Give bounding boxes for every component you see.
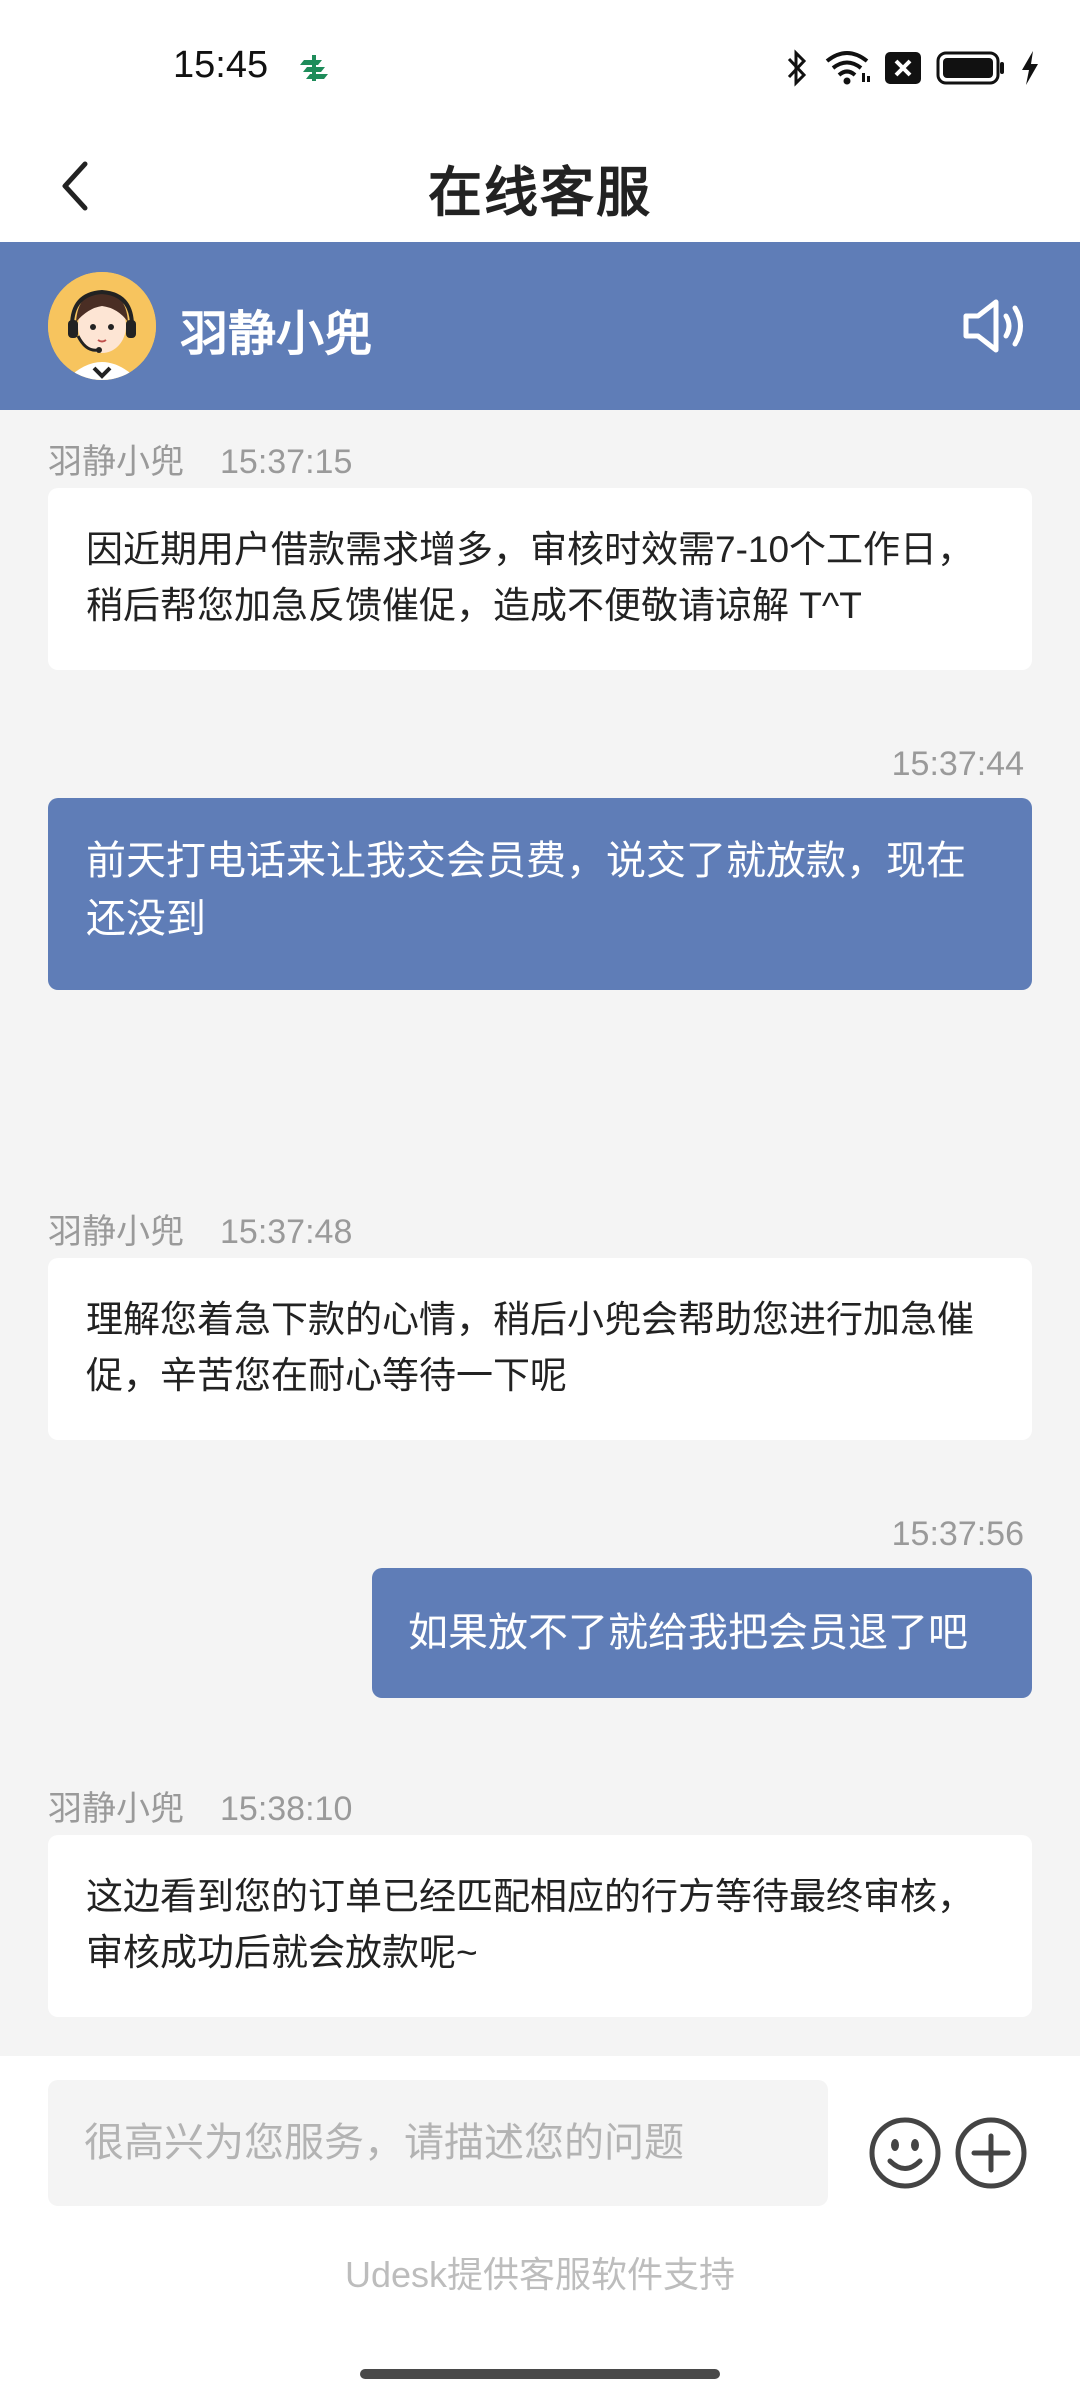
agent-message-bubble: 理解您着急下款的心情，稍后小兜会帮助您进行加急催促，辛苦您在耐心等待一下呢 [48, 1258, 1032, 1440]
message-text: 这边看到您的订单已经匹配相应的行方等待最终审核，审核成功后就会放款呢~ [86, 1876, 974, 1973]
message-meta: 羽静小兜 15:38:10 [48, 1781, 352, 1830]
message-time: 15:37:15 [220, 443, 353, 481]
message-meta: 羽静小兜 15:37:15 [48, 434, 352, 483]
message-input[interactable] [48, 2080, 828, 2206]
charging-icon [1020, 50, 1040, 86]
sender-name: 羽静小兜 [48, 1213, 184, 1251]
sender-name: 羽静小兜 [48, 443, 184, 481]
message-text: 如果放不了就给我把会员退了吧 [408, 1611, 968, 1655]
message-text: 理解您着急下款的心情，稍后小兜会帮助您进行加急催促，辛苦您在耐心等待一下呢 [86, 1299, 974, 1396]
page-title: 在线客服 [428, 163, 652, 223]
home-indicator[interactable] [360, 2369, 720, 2379]
battery-icon [936, 51, 1006, 85]
message-time: 15:37:56 [891, 1515, 1024, 1553]
app-notification-icon [298, 52, 330, 84]
message-meta: 羽静小兜 15:37:48 [48, 1204, 352, 1253]
input-area: Udesk提供客服软件支持 [0, 2056, 1080, 2400]
powered-by-text: Udesk提供客服软件支持 [344, 2254, 736, 2295]
speaker-button[interactable] [960, 294, 1032, 358]
message-time: 15:37:44 [891, 745, 1024, 783]
agent-message-bubble: 这边看到您的订单已经匹配相应的行方等待最终审核，审核成功后就会放款呢~ [48, 1835, 1032, 2017]
no-sim-icon [884, 51, 922, 85]
agent-message-bubble: 因近期用户借款需求增多，审核时效需7-10个工作日，稍后帮您加急反馈催促，造成不… [48, 488, 1032, 670]
status-bar: 15:45 [0, 0, 1080, 130]
message-time: 15:37:48 [220, 1213, 353, 1251]
speaker-icon [963, 299, 1023, 353]
agent-header: 羽静小兜 [0, 242, 1080, 410]
plus-circle-icon [955, 2117, 1027, 2189]
sender-name: 羽静小兜 [48, 1790, 184, 1828]
emoji-icon [869, 2117, 941, 2189]
status-icons [784, 48, 1040, 88]
plus-button[interactable] [954, 2116, 1028, 2190]
user-message-bubble: 如果放不了就给我把会员退了吧 [372, 1568, 1032, 1698]
status-time: 15:45 [173, 44, 269, 86]
emoji-button[interactable] [868, 2116, 942, 2190]
message-time: 15:38:10 [220, 1790, 353, 1828]
bluetooth-icon [784, 49, 810, 87]
agent-name: 羽静小兜 [180, 308, 373, 361]
user-message-bubble: 前天打电话来让我交会员费，说交了就放款，现在还没到 [48, 798, 1032, 990]
agent-avatar [48, 272, 156, 380]
title-bar: 在线客服 [0, 130, 1080, 242]
wifi-icon [824, 49, 870, 87]
message-text: 前天打电话来让我交会员费，说交了就放款，现在还没到 [86, 839, 966, 941]
message-text: 因近期用户借款需求增多，审核时效需7-10个工作日，稍后帮您加急反馈催促，造成不… [86, 529, 975, 626]
